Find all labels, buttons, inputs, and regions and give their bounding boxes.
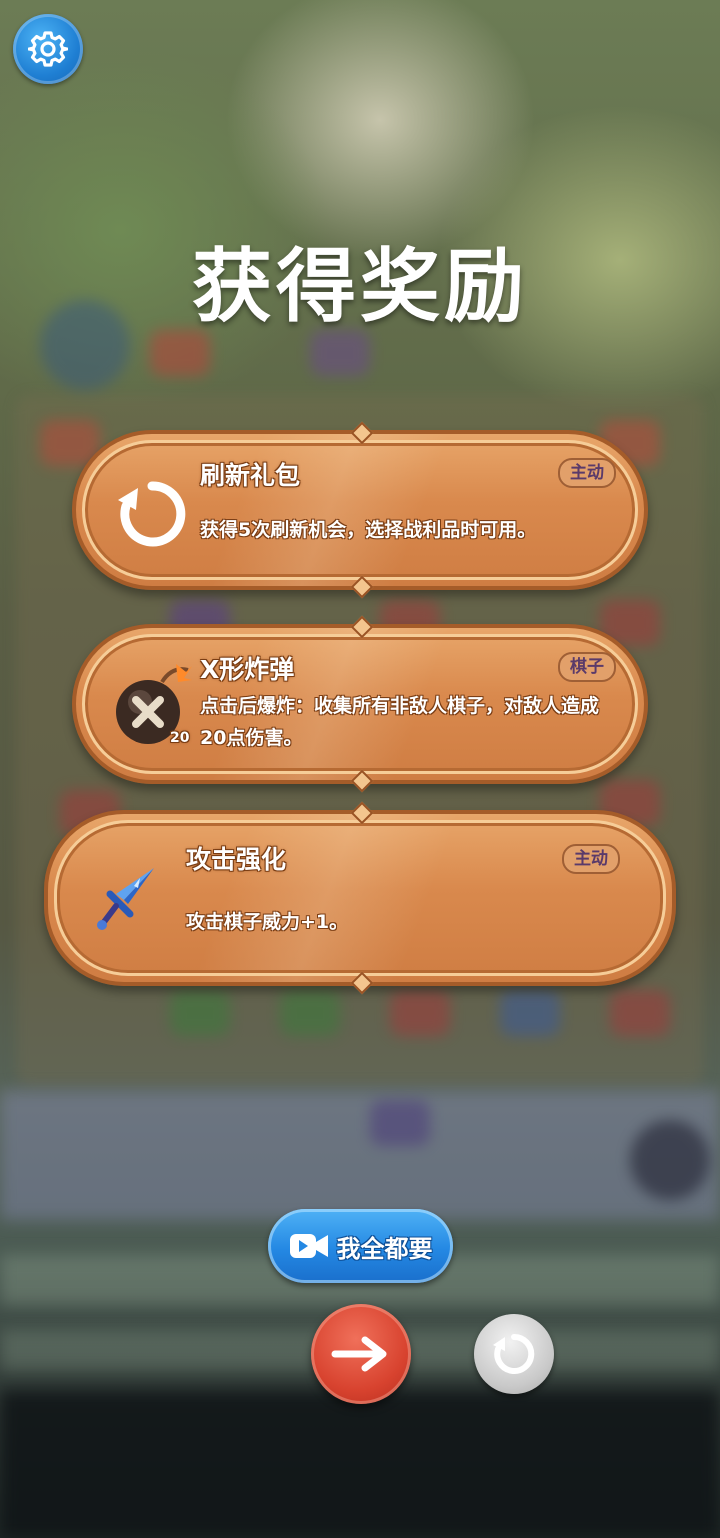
reward-tag: 主动 xyxy=(562,844,620,874)
reward-tag: 棋子 xyxy=(558,652,616,682)
reward-name: 攻击强化 xyxy=(186,845,287,874)
reward-tag: 主动 xyxy=(558,458,616,488)
reward-card-x-bomb[interactable]: 20 X形炸弹 棋子 点击后爆炸：收集所有非敌人棋子，对敌人造成20点伤害。 xyxy=(72,615,648,793)
reward-description: 点击后爆炸：收集所有非敌人棋子，对敌人造成20点伤害。 xyxy=(200,695,600,749)
take-all-button[interactable]: 我全都要 xyxy=(268,1209,453,1283)
reward-badge-number: 20 xyxy=(170,730,190,746)
reward-name: 刷新礼包 xyxy=(200,461,301,490)
take-all-label: 我全都要 xyxy=(336,1234,433,1263)
next-button[interactable] xyxy=(311,1304,411,1404)
refresh-icon xyxy=(114,476,190,556)
arrow-right-icon xyxy=(331,1336,387,1372)
video-camera-icon xyxy=(289,1234,328,1258)
gear-icon xyxy=(28,31,68,67)
reward-card-attack-boost[interactable]: 攻击强化 主动 攻击棋子威力+1。 xyxy=(44,801,676,995)
reward-description: 攻击棋子威力+1。 xyxy=(186,911,349,933)
reward-description: 获得5次刷新机会，选择战利品时可用。 xyxy=(200,519,537,541)
settings-button[interactable] xyxy=(13,14,83,84)
refresh-icon xyxy=(493,1333,535,1374)
reward-card-refresh-pack[interactable]: 刷新礼包 主动 获得5次刷新机会，选择战利品时可用。 xyxy=(72,421,648,599)
reward-name: X形炸弹 xyxy=(200,655,295,684)
page-title: 获得奖励 xyxy=(192,240,528,333)
sword-icon xyxy=(94,864,160,938)
refresh-button[interactable] xyxy=(474,1314,554,1394)
